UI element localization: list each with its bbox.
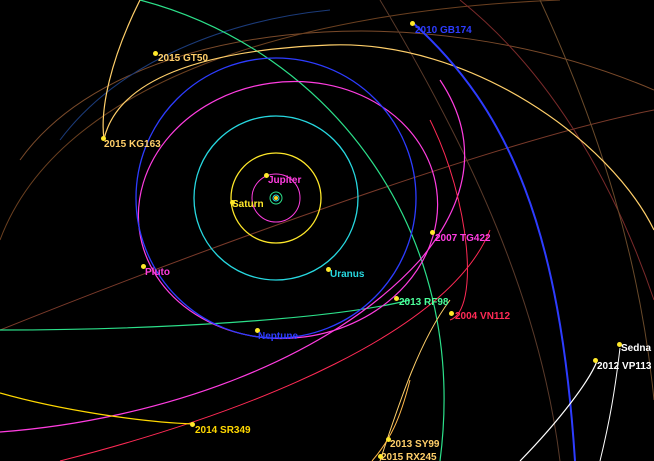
orbit-2013rf98 (139, 0, 445, 461)
label-uranus: Uranus (330, 269, 365, 280)
orbit-outer-red-1 (459, 0, 654, 301)
label-2010gb174: 2010 GB174 (415, 25, 472, 36)
label-neptune: Neptune (258, 331, 298, 342)
solar-system-orbit-diagram: Jupiter Saturn Uranus Neptune Pluto 2010… (0, 0, 654, 461)
orbit-2013sy99 (379, 299, 451, 461)
dot-2004vn112 (449, 311, 454, 316)
label-saturn: Saturn (232, 199, 264, 210)
label-2015rx245: 2015 RX245 (381, 452, 437, 461)
label-2004vn112: 2004 VN112 (455, 311, 511, 322)
label-2013rf98: 2013 RF98 (399, 297, 449, 308)
label-jupiter: Jupiter (268, 175, 302, 186)
orbit-2012vp113 (519, 360, 598, 461)
orbit-pluto (137, 80, 439, 340)
label-pluto: Pluto (145, 267, 170, 278)
orbit-canvas (0, 0, 654, 461)
label-2015gt50: 2015 GT50 (158, 53, 209, 64)
label-2013sy99: 2013 SY99 (390, 439, 440, 450)
orbit-2004vn112 (59, 229, 491, 461)
orbit-2007tg422 (0, 79, 466, 433)
orbit-2015kg163 (102, 0, 141, 140)
sun (274, 196, 278, 200)
label-2007tg422: 2007 TG422 (435, 233, 491, 244)
label-2012vp113: 2012 VP113 (597, 361, 652, 372)
label-2015kg163: 2015 KG163 (104, 139, 161, 150)
label-2014sr349: 2014 SR349 (195, 425, 251, 436)
label-sedna: Sedna (621, 343, 652, 354)
orbit-outer-blue-1 (59, 9, 331, 141)
orbit-outer-brown-3 (0, 109, 654, 331)
orbit-outer-brown-5 (539, 0, 654, 401)
